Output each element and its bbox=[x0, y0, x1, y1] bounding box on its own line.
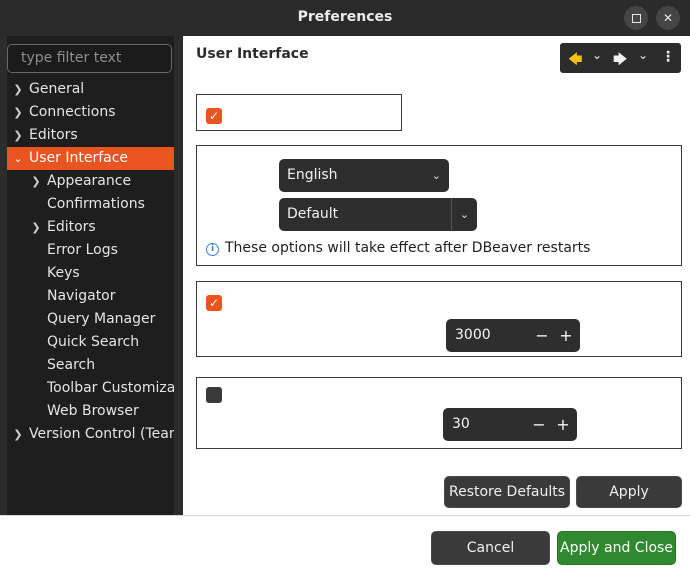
chevron-down-icon[interactable]: ⌄ bbox=[12, 147, 24, 170]
regional-settings-group: English ⌄ Default ⌄ i These options will … bbox=[196, 145, 682, 266]
dialog-button-bar: Cancel Apply and Close bbox=[0, 515, 690, 581]
preferences-tree: ❯ General ❯ Connections ❯ Editors ⌄ User… bbox=[7, 78, 174, 446]
tree-item-label: Error Logs bbox=[47, 242, 118, 258]
info-icon: i bbox=[206, 243, 219, 256]
tree-item-label: Keys bbox=[47, 265, 80, 281]
notifications-checkbox[interactable]: ✓ bbox=[206, 295, 222, 311]
tree-item-toolbar-customization[interactable]: Toolbar Customiza bbox=[7, 377, 174, 400]
restart-notice-text: These options will take effect after DBe… bbox=[225, 240, 591, 256]
long-operations-checkbox[interactable] bbox=[206, 387, 222, 403]
tree-item-ui-editors[interactable]: ❯ Editors bbox=[7, 216, 174, 239]
tree-item-label: General bbox=[29, 81, 85, 97]
tree-item-label: Web Browser bbox=[47, 403, 139, 419]
chevron-right-icon[interactable]: ❯ bbox=[12, 101, 24, 124]
tree-item-appearance[interactable]: ❯ Appearance bbox=[7, 170, 174, 193]
maximize-button[interactable] bbox=[624, 6, 648, 30]
title-bar: Preferences ✕ bbox=[0, 0, 690, 36]
notifications-timeout-spinner[interactable]: 3000 − + bbox=[446, 319, 580, 352]
language-combo[interactable]: English ⌄ bbox=[279, 159, 449, 192]
tree-item-label: Version Control (Team bbox=[29, 426, 174, 442]
back-dropdown-icon[interactable]: ⌄ bbox=[592, 48, 602, 62]
window-title: Preferences bbox=[297, 9, 393, 25]
tree-item-label: Appearance bbox=[47, 173, 132, 189]
tree-item-label: Toolbar Customiza bbox=[47, 380, 174, 396]
chevron-right-icon[interactable]: ❯ bbox=[30, 170, 42, 193]
tree-item-label: Quick Search bbox=[47, 334, 140, 350]
forward-dropdown-icon[interactable]: ⌄ bbox=[638, 48, 648, 62]
forward-arrow-icon[interactable]: 🡆 bbox=[613, 49, 627, 73]
separator bbox=[0, 515, 690, 516]
tree-item-label: User Interface bbox=[29, 150, 129, 166]
tree-item-version-control[interactable]: ❯ Version Control (Team bbox=[7, 423, 174, 446]
tree-item-query-manager[interactable]: Query Manager bbox=[7, 308, 174, 331]
tree-item-label: Query Manager bbox=[47, 311, 156, 327]
chevron-right-icon[interactable]: ❯ bbox=[12, 423, 24, 446]
maximize-icon bbox=[631, 13, 641, 23]
checkmark-icon: ✓ bbox=[208, 296, 220, 310]
preferences-window: Preferences ✕ type filter text ❯ General… bbox=[0, 0, 690, 581]
notifications-group: ✓ 3000 − + bbox=[196, 281, 682, 357]
long-operations-group: 30 − + bbox=[196, 377, 682, 449]
tree-item-label: Editors bbox=[47, 219, 96, 235]
tree-item-keys[interactable]: Keys bbox=[7, 262, 174, 285]
apply-button[interactable]: Apply bbox=[576, 476, 682, 508]
chevron-right-icon[interactable]: ❯ bbox=[12, 78, 24, 101]
chevron-down-icon: ⌄ bbox=[431, 169, 441, 182]
tree-item-editors[interactable]: ❯ Editors bbox=[7, 124, 174, 147]
close-icon: ✕ bbox=[662, 11, 674, 25]
general-group: ✓ bbox=[196, 94, 402, 131]
close-button[interactable]: ✕ bbox=[656, 6, 680, 30]
cancel-button[interactable]: Cancel bbox=[431, 531, 550, 565]
tree-item-web-browser[interactable]: Web Browser bbox=[7, 400, 174, 423]
page-navigation-toolbar: 🡄 ⌄ 🡆 ⌄ ⋮ bbox=[560, 43, 681, 73]
theme-combo[interactable]: Default ⌄ bbox=[279, 198, 477, 231]
chevron-right-icon[interactable]: ❯ bbox=[30, 216, 42, 239]
tree-item-label: Confirmations bbox=[47, 196, 145, 212]
long-operations-timeout-spinner[interactable]: 30 − + bbox=[443, 408, 577, 441]
tree-item-label: Connections bbox=[29, 104, 116, 120]
tree-item-general[interactable]: ❯ General bbox=[7, 78, 174, 101]
tree-item-label: Search bbox=[47, 357, 96, 373]
tree-item-navigator[interactable]: Navigator bbox=[7, 285, 174, 308]
tree-item-connections[interactable]: ❯ Connections bbox=[7, 101, 174, 124]
preferences-page: User Interface 🡄 ⌄ 🡆 ⌄ ⋮ ✓ English ⌄ Def… bbox=[183, 36, 690, 515]
tree-item-confirmations[interactable]: Confirmations bbox=[7, 193, 174, 216]
spinner-value: 30 bbox=[452, 416, 470, 432]
tree-item-error-logs[interactable]: Error Logs bbox=[7, 239, 174, 262]
increment-button[interactable]: + bbox=[555, 319, 577, 352]
tree-item-label: Editors bbox=[29, 127, 78, 143]
decrement-button[interactable]: − bbox=[528, 408, 550, 441]
restart-notice: i These options will take effect after DB… bbox=[206, 240, 590, 256]
increment-button[interactable]: + bbox=[552, 408, 574, 441]
view-menu-icon[interactable]: ⋮ bbox=[661, 49, 675, 65]
tree-item-quick-search[interactable]: Quick Search bbox=[7, 331, 174, 354]
page-title: User Interface bbox=[196, 46, 309, 62]
back-arrow-icon[interactable]: 🡄 bbox=[568, 49, 582, 73]
decrement-button[interactable]: − bbox=[531, 319, 553, 352]
filter-input[interactable]: type filter text bbox=[7, 44, 172, 73]
preferences-navigation: type filter text ❯ General ❯ Connections… bbox=[7, 36, 174, 515]
chevron-right-icon[interactable]: ❯ bbox=[12, 124, 24, 147]
restore-defaults-button[interactable]: Restore Defaults bbox=[444, 476, 570, 508]
tree-item-user-interface[interactable]: ⌄ User Interface bbox=[7, 147, 174, 170]
language-combo-value: English bbox=[287, 167, 338, 183]
apply-and-close-button[interactable]: Apply and Close bbox=[557, 531, 676, 565]
checkmark-icon: ✓ bbox=[208, 109, 220, 123]
tree-item-search[interactable]: Search bbox=[7, 354, 174, 377]
spinner-value: 3000 bbox=[455, 327, 491, 343]
general-checkbox[interactable]: ✓ bbox=[206, 108, 222, 124]
tree-item-label: Navigator bbox=[47, 288, 116, 304]
theme-combo-value: Default bbox=[287, 206, 339, 222]
chevron-down-icon: ⌄ bbox=[451, 198, 477, 231]
